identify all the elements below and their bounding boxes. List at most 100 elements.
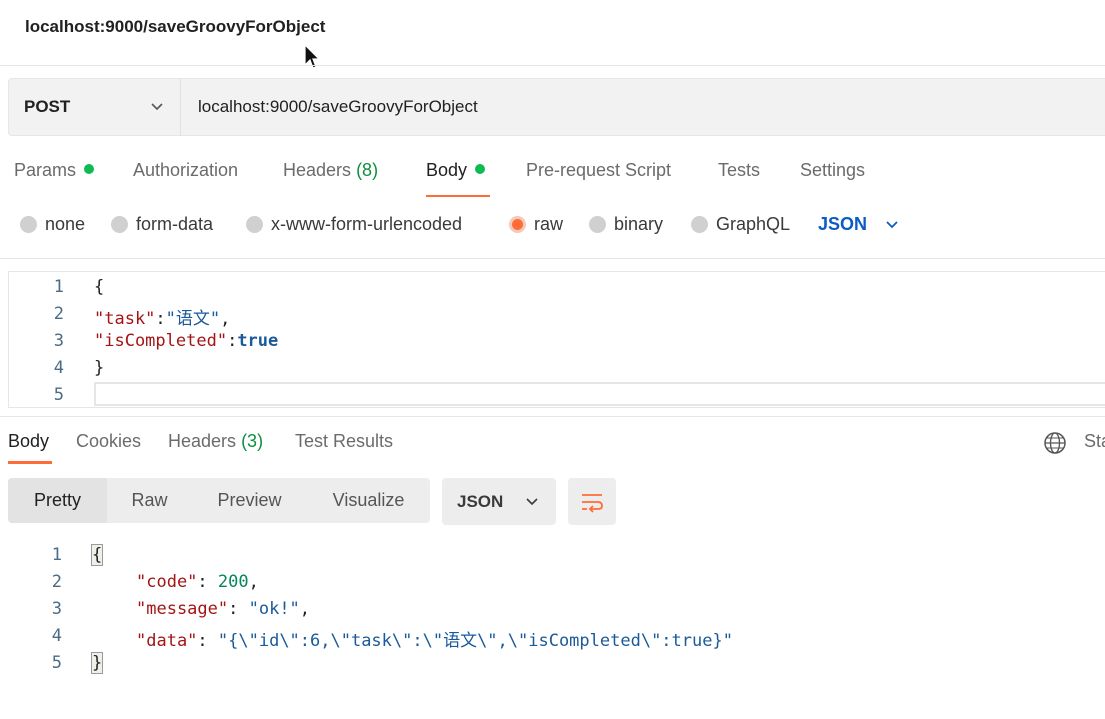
- tab-headers[interactable]: Headers (8): [283, 160, 378, 181]
- view-mode-raw[interactable]: Raw: [107, 478, 192, 523]
- tab-params[interactable]: Params: [14, 160, 95, 181]
- tab-pre-request-script[interactable]: Pre-request Script: [526, 160, 671, 181]
- code-line: "message": "ok!",: [136, 599, 310, 619]
- code-line: "data": "{\"id\":6,\"task\":\"语文\",\"isC…: [136, 626, 733, 651]
- chevron-down-icon: [526, 497, 538, 505]
- tab-label: Settings: [800, 160, 866, 180]
- radio-label: binary: [614, 214, 664, 234]
- tab-label: Pre-request Script: [526, 160, 672, 180]
- tab-response-headers[interactable]: Headers (3): [168, 431, 263, 452]
- chevron-down-icon: [151, 103, 163, 111]
- body-format-label: JSON: [818, 214, 868, 234]
- code-line: "code": 200,: [136, 572, 259, 592]
- response-format-label: JSON: [457, 491, 504, 511]
- matched-brace: }: [90, 652, 104, 674]
- json-number: 200: [217, 572, 249, 592]
- line-number: 5: [51, 653, 62, 673]
- line-number: 2: [51, 572, 62, 592]
- json-colon: :: [227, 331, 238, 351]
- wrap-lines-button[interactable]: [568, 478, 616, 525]
- json-string: "ok!": [248, 599, 300, 619]
- radio-circle: [589, 216, 606, 233]
- line-number: 2: [53, 304, 64, 324]
- mouse-cursor-icon: [304, 44, 321, 69]
- code-line: "task":"语文",: [94, 304, 230, 329]
- headers-count: (3): [241, 431, 264, 451]
- json-comma: ,: [299, 599, 311, 619]
- radio-graphql[interactable]: GraphQL: [691, 214, 790, 235]
- radio-circle: [111, 216, 128, 233]
- divider: [0, 258, 1105, 259]
- divider: [0, 416, 1105, 417]
- line-number: 3: [53, 331, 64, 351]
- headers-count: (8): [356, 160, 379, 180]
- line-number: 5: [53, 385, 64, 405]
- line-number: 4: [53, 358, 64, 378]
- tab-label: Authorization: [133, 160, 239, 180]
- radio-form-data[interactable]: form-data: [111, 214, 213, 235]
- radio-label: form-data: [136, 214, 214, 234]
- method-label: POST: [24, 97, 71, 116]
- wrap-lines-icon: [582, 493, 603, 513]
- radio-label: none: [45, 214, 86, 234]
- radio-label: x-www-form-urlencoded: [271, 214, 463, 234]
- json-key: "message": [136, 599, 229, 619]
- json-string: "{\"id\":6,\"task\":\"语文\",\"isCompleted…: [217, 631, 733, 651]
- view-mode-preview[interactable]: Preview: [192, 478, 307, 523]
- active-indicator-dot: [84, 164, 95, 174]
- radio-raw[interactable]: raw: [509, 214, 563, 235]
- tab-settings[interactable]: Settings: [800, 160, 865, 181]
- page-title: localhost:9000/saveGroovyForObject: [25, 17, 326, 36]
- radio-circle: [246, 216, 263, 233]
- divider: [0, 65, 1105, 66]
- line-number: 1: [51, 545, 62, 565]
- json-colon: :: [155, 309, 166, 329]
- body-format-select[interactable]: JSON: [818, 214, 899, 235]
- json-comma: ,: [248, 572, 259, 592]
- json-key: "isCompleted": [94, 331, 228, 351]
- active-tab-underline: [426, 195, 490, 197]
- line-number: 1: [53, 277, 64, 297]
- tab-response-body[interactable]: Body: [8, 431, 49, 452]
- json-comma: ,: [220, 309, 231, 329]
- radio-circle: [20, 216, 37, 233]
- tab-cookies[interactable]: Cookies: [76, 431, 141, 452]
- tab-label: Headers: [168, 431, 237, 451]
- matched-brace: {: [90, 544, 104, 566]
- body-type-radios: none form-data x-www-form-urlencoded raw…: [0, 214, 1105, 244]
- tab-label: Headers: [283, 160, 352, 180]
- view-mode-pretty[interactable]: Pretty: [8, 478, 107, 523]
- view-mode-visualize[interactable]: Visualize: [307, 478, 430, 523]
- line-number: 4: [51, 626, 62, 646]
- json-colon: :: [197, 572, 218, 592]
- method-select[interactable]: POST: [8, 78, 181, 136]
- tab-tests[interactable]: Tests: [718, 160, 760, 181]
- json-boolean: true: [237, 331, 279, 351]
- radio-label: raw: [534, 214, 564, 234]
- json-colon: :: [197, 631, 218, 651]
- radio-none[interactable]: none: [20, 214, 85, 235]
- code-line: {: [90, 544, 104, 566]
- json-key: "data": [136, 631, 198, 651]
- code-line: }: [90, 652, 104, 674]
- json-key: "code": [136, 572, 198, 592]
- status-label: Sta: [1084, 431, 1105, 451]
- radio-binary[interactable]: binary: [589, 214, 663, 235]
- tab-authorization[interactable]: Authorization: [133, 160, 238, 181]
- tab-label: Tests: [718, 160, 761, 180]
- current-line-highlight: [94, 382, 1105, 406]
- code-line: "isCompleted":true: [94, 331, 278, 351]
- response-format-select[interactable]: JSON: [442, 478, 556, 525]
- url-input[interactable]: localhost:9000/saveGroovyForObject: [198, 97, 478, 117]
- code-line: }: [94, 358, 105, 378]
- radio-x-www-form-urlencoded[interactable]: x-www-form-urlencoded: [246, 214, 462, 235]
- tab-body[interactable]: Body: [426, 160, 486, 181]
- tab-test-results[interactable]: Test Results: [295, 431, 393, 452]
- line-number: 3: [51, 599, 62, 619]
- active-tab-underline: [8, 461, 52, 464]
- globe-icon[interactable]: [1043, 431, 1067, 455]
- json-colon: :: [228, 599, 249, 619]
- json-key: "task": [94, 309, 156, 329]
- json-string: "语文": [165, 309, 221, 329]
- tab-label: Body: [426, 160, 468, 180]
